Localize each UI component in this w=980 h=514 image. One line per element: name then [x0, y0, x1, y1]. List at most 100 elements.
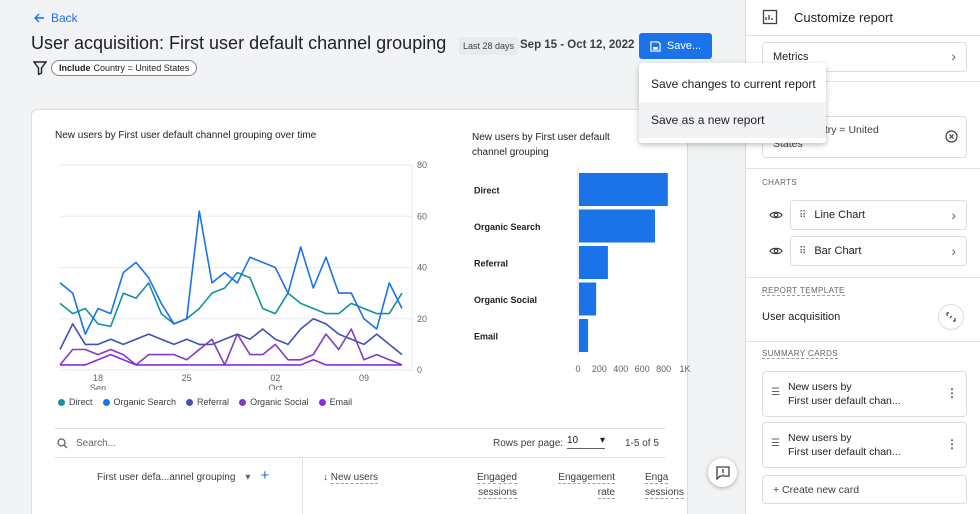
bar-category-label: Referral [474, 259, 508, 269]
panel-title: Customize report [794, 9, 893, 25]
bar-chart-categories: Direct Organic Search Referral Organic Soci… [474, 186, 541, 342]
line-chart-legend: Direct Organic Search Referral Organic Soci… [58, 397, 352, 407]
legend-dot [58, 398, 65, 406]
filter-icon [33, 61, 47, 75]
filter-chip-text: Country = United States [93, 63, 190, 73]
dimension-header-label: First user defa...annel grouping [97, 472, 236, 483]
filter-row: Include Country = United States [33, 60, 198, 76]
charts-section-label: CHARTS [762, 178, 798, 187]
date-preset-label: Last 28 days [459, 37, 519, 55]
y-tick-label: 0 [417, 365, 422, 375]
legend-dot [239, 398, 247, 406]
add-dimension-icon[interactable]: + [260, 468, 269, 485]
bar-email [579, 319, 589, 352]
summary-card-line1: New users by [788, 381, 852, 393]
chart-item-label: Line Chart [814, 209, 866, 221]
bar-x-tick-label: 800 [656, 364, 671, 374]
metrics-label: Metrics [773, 51, 809, 63]
feedback-icon [715, 465, 730, 480]
line-chart-series [59, 210, 403, 366]
legend-item[interactable]: Organic Search [102, 397, 177, 407]
chevron-right-icon: › [951, 243, 956, 259]
save-label: Save... [666, 40, 702, 52]
panel-divider [746, 168, 980, 169]
drag-handle-icon[interactable]: ⠿ [799, 210, 806, 221]
eye-icon[interactable] [762, 210, 790, 220]
bar-chart-bars [577, 167, 668, 355]
rows-per-page-label: Rows per page: [493, 438, 564, 449]
more-vert-icon[interactable]: ⋮ [946, 386, 958, 400]
x-tick-label: 25 [182, 373, 192, 383]
create-card-button[interactable]: + Create new card [762, 475, 967, 504]
remove-filter-icon[interactable] [945, 130, 958, 143]
column-header-new-users[interactable]: ↓ New users [323, 470, 379, 485]
x-tick-label: 02 [270, 373, 280, 383]
legend-item[interactable]: Referral [186, 397, 229, 407]
table-header: First user defa...annel grouping ▾ + ↓ N… [55, 459, 684, 514]
summary-card[interactable]: ☰ New users by First user default chan..… [762, 422, 967, 468]
bar-category-label: Direct [474, 186, 500, 196]
y-tick-label: 60 [417, 211, 427, 221]
bar-referral [579, 246, 608, 279]
back-link[interactable]: Back [33, 11, 78, 25]
filter-include-label: Include [59, 63, 91, 73]
legend-label: Organic Search [113, 397, 177, 407]
chevron-right-icon: › [951, 207, 956, 223]
bar-direct [579, 173, 668, 206]
dimension-column-header[interactable]: First user defa...annel grouping ▾ + [97, 468, 269, 485]
bar-organic-social [579, 282, 597, 316]
search-icon [57, 438, 68, 449]
column-header-engaged-sessions[interactable]: Engaged sessions [467, 470, 517, 500]
drag-handle-icon[interactable]: ☰ [771, 387, 780, 398]
chart-item-bar[interactable]: ⠿ Bar Chart › [790, 236, 967, 266]
x-tick-label: 09 [359, 373, 369, 383]
bar-chart: Direct Organic Search Referral Organic Soci… [474, 167, 691, 374]
bar-chart-x-ticks: 0 200 400 600 800 1K [575, 364, 690, 374]
bar-category-label: Organic Search [474, 222, 541, 232]
pagination-text: 1-5 of 5 [625, 438, 659, 449]
create-card-label: + Create new card [773, 484, 860, 496]
menu-item-save-as-new[interactable]: Save as a new report [639, 102, 826, 138]
y-tick-label: 40 [417, 263, 427, 273]
drag-handle-icon[interactable]: ⠿ [799, 246, 806, 257]
arrow-left-icon [34, 13, 44, 23]
chart-item-line[interactable]: ⠿ Line Chart › [790, 200, 967, 230]
filter-chip[interactable]: Include Country = United States [51, 60, 198, 76]
summary-card[interactable]: ☰ New users by First user default chan..… [762, 371, 967, 417]
column-header-engagement-rate[interactable]: Engagement rate [545, 470, 615, 500]
filter-card-text: ntry = United [819, 124, 879, 136]
save-button[interactable]: Save... [639, 33, 712, 59]
panel-divider [746, 341, 980, 342]
report-main-area: Back User acquisition: First user defaul… [0, 0, 826, 514]
save-icon [650, 40, 661, 52]
feedback-button[interactable] [708, 458, 737, 487]
summary-card-line1: New users by [788, 432, 852, 444]
table-search[interactable]: Search... [57, 438, 116, 449]
legend-item[interactable]: Email [318, 397, 353, 407]
legend-label: Email [329, 397, 353, 407]
legend-item[interactable]: Direct [58, 397, 93, 407]
legend-item[interactable]: Organic Social [239, 397, 309, 407]
unlink-template-button[interactable] [938, 304, 964, 330]
summary-section-label: SUMMARY CARDS [762, 349, 839, 359]
bar-chart-title: New users by First user default channel … [472, 132, 610, 158]
line-chart-x-ticks: 18Sep 25 02Oct 09 [90, 373, 369, 390]
summary-card-line2: First user default chan... [788, 446, 901, 458]
menu-item-save-changes[interactable]: Save changes to current report [639, 66, 826, 102]
rows-per-page-select[interactable]: 10 ▾ [567, 435, 605, 449]
eye-icon[interactable] [762, 246, 790, 256]
line-chart-y-ticks: 80 60 40 20 0 [417, 160, 427, 375]
legend-label: Organic Social [250, 397, 309, 407]
unlink-icon [946, 312, 956, 322]
column-header-label: sessions [645, 487, 684, 499]
line-chart: 80 60 40 20 0 18Sep 25 02Oct 09 [59, 160, 427, 390]
more-vert-icon[interactable]: ⋮ [946, 437, 958, 451]
drag-handle-icon[interactable]: ☰ [771, 438, 780, 449]
summary-card-line2: First user default chan... [788, 395, 901, 407]
bar-x-tick-label: 200 [592, 364, 607, 374]
date-range-picker[interactable]: Sep 15 - Oct 12, 2022 [520, 39, 634, 51]
chart-row-bar: ⠿ Bar Chart › [762, 236, 967, 266]
series-line-organic-social [59, 328, 403, 366]
column-header-label: sessions [478, 487, 517, 499]
column-header-engaged-per-session[interactable]: Enga sessions [645, 470, 695, 500]
